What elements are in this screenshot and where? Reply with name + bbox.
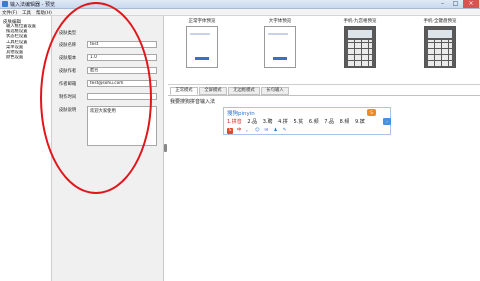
preview-phone-full[interactable]: 手机-全键盘预览 xyxy=(412,16,468,85)
splitter-handle[interactable] xyxy=(164,144,167,152)
sogou-logo-icon: S xyxy=(367,109,376,116)
form-row-author: 皮肤作者 匿名 xyxy=(59,67,159,74)
ime-candidate-window: 搜狗pinyin S 1.拼音 2.品 3.聘 4.拼 5.贫 6.频 7.品 … xyxy=(223,107,391,135)
tab-normal[interactable]: 正常模式 xyxy=(170,87,198,95)
field-label: 作者邮箱 xyxy=(59,82,77,87)
app-window: 输入法编辑器 - 预览 – □ × 文件(F) 工具 帮助(H) 皮肤编辑 输入… xyxy=(0,0,480,281)
candidate-item[interactable]: 7.品 xyxy=(324,118,334,125)
field-label: 皮肤作者 xyxy=(59,69,77,74)
phone-keypad-thumbnail xyxy=(344,26,376,68)
candidate-list: 1.拼音 2.品 3.聘 4.拼 5.贫 6.频 7.品 8.频 9.嫔 › xyxy=(227,118,391,126)
tab-long-input[interactable]: 长句输入 xyxy=(261,87,289,95)
ime-brand: 搜狗pinyin xyxy=(227,111,255,117)
emoji-icon[interactable]: ☺ xyxy=(254,128,260,134)
tree-item[interactable]: 颜色设置 xyxy=(6,55,52,60)
mail-icon[interactable]: ✉ xyxy=(263,128,269,134)
chinese-mode-icon[interactable]: 中 xyxy=(236,128,242,134)
skin-author-input[interactable]: 匿名 xyxy=(87,67,157,74)
maximize-button[interactable]: □ xyxy=(449,0,462,8)
skin-info-form: 皮肤类型 皮肤名称 test 皮肤版本 1.0 皮肤作者 匿名 作者邮箱 tes… xyxy=(52,16,164,281)
window-title: 输入法编辑器 - 预览 xyxy=(10,2,55,8)
skin-name-input[interactable]: test xyxy=(87,41,157,48)
phone-keyboard-thumbnail xyxy=(424,26,456,68)
menu-bar: 文件(F) 工具 帮助(H) xyxy=(0,9,480,16)
form-row-version: 皮肤版本 1.0 xyxy=(59,54,159,61)
candidate-item[interactable]: 5.贫 xyxy=(294,118,304,125)
candidate-item[interactable]: 4.拼 xyxy=(278,118,288,125)
preview-thumbnail xyxy=(186,26,218,68)
author-email-input[interactable]: test@sohu.com xyxy=(87,80,157,87)
form-row-name: 皮肤名称 test xyxy=(59,41,159,48)
user-icon[interactable]: ♟ xyxy=(272,128,278,134)
candidate-item[interactable]: 6.频 xyxy=(309,118,319,125)
tab-fullscreen[interactable]: 全屏模式 xyxy=(199,87,227,95)
preview-normal[interactable]: 正常字体预览 xyxy=(174,16,230,85)
tools-icon[interactable]: ✎ xyxy=(282,128,288,134)
mode-tabs: 正常模式 全屏模式 无边框模式 长句输入 xyxy=(168,87,480,95)
field-label: 皮肤名称 xyxy=(59,43,77,48)
preview-pane: 正常字体预览 大字体预览 手机-九宫格预览 手机-全键盘预览 xyxy=(168,16,480,85)
skin-description-textarea[interactable]: 欢迎大家使用 xyxy=(87,106,157,146)
field-label: 皮肤类型 xyxy=(59,31,77,36)
create-date-input[interactable] xyxy=(87,93,157,100)
candidate-item[interactable]: 9.嫔 xyxy=(355,118,365,125)
field-label: 皮肤版本 xyxy=(59,56,77,61)
title-bar: 输入法编辑器 - 预览 – □ × xyxy=(0,0,480,9)
preview-phone-9key[interactable]: 手机-九宫格预览 xyxy=(332,16,388,85)
preview-large-font[interactable]: 大字体预览 xyxy=(252,16,308,85)
preview-label: 大字体预览 xyxy=(268,19,292,24)
form-row-date: 制作时间 xyxy=(59,93,159,100)
preview-label: 手机-九宫格预览 xyxy=(343,19,377,24)
candidate-item[interactable]: 8.频 xyxy=(340,118,350,125)
form-row-type: 皮肤类型 xyxy=(59,29,159,36)
form-row-email: 作者邮箱 test@sohu.com xyxy=(59,80,159,87)
candidate-item[interactable]: 2.品 xyxy=(247,118,257,125)
candidate-item[interactable]: 1.拼音 xyxy=(227,118,242,125)
app-icon xyxy=(2,1,8,7)
candidate-item[interactable]: 3.聘 xyxy=(263,118,273,125)
tree-items: 输入框位置设置 候选框设置 状态栏设置 工具栏设置 菜单设置 其他设置 颜色设置 xyxy=(6,24,52,60)
skin-tree: 皮肤编辑 输入框位置设置 候选框设置 状态栏设置 工具栏设置 菜单设置 其他设置… xyxy=(0,16,52,281)
form-row-desc: 皮肤说明 欢迎大家使用 xyxy=(59,106,159,146)
preview-label: 手机-全键盘预览 xyxy=(423,19,457,24)
preview-thumbnail xyxy=(264,26,296,68)
minimize-button[interactable]: – xyxy=(436,0,449,8)
ime-toolbar: S 中 。 ☺ ✉ ♟ ✎ xyxy=(227,127,289,134)
punctuation-icon[interactable]: 。 xyxy=(245,128,251,134)
preview-label: 正常字体预览 xyxy=(188,19,216,24)
close-button[interactable]: × xyxy=(463,0,479,8)
sogou-icon[interactable]: S xyxy=(227,128,233,134)
field-label: 皮肤说明 xyxy=(59,108,77,113)
skin-version-input[interactable]: 1.0 xyxy=(87,54,157,61)
field-label: 制作时间 xyxy=(59,95,77,100)
editor-text: 我要搜狗拼音输入法 xyxy=(170,99,216,105)
tab-borderless[interactable]: 无边框模式 xyxy=(228,87,260,95)
next-page-arrow-icon[interactable]: › xyxy=(383,118,391,125)
